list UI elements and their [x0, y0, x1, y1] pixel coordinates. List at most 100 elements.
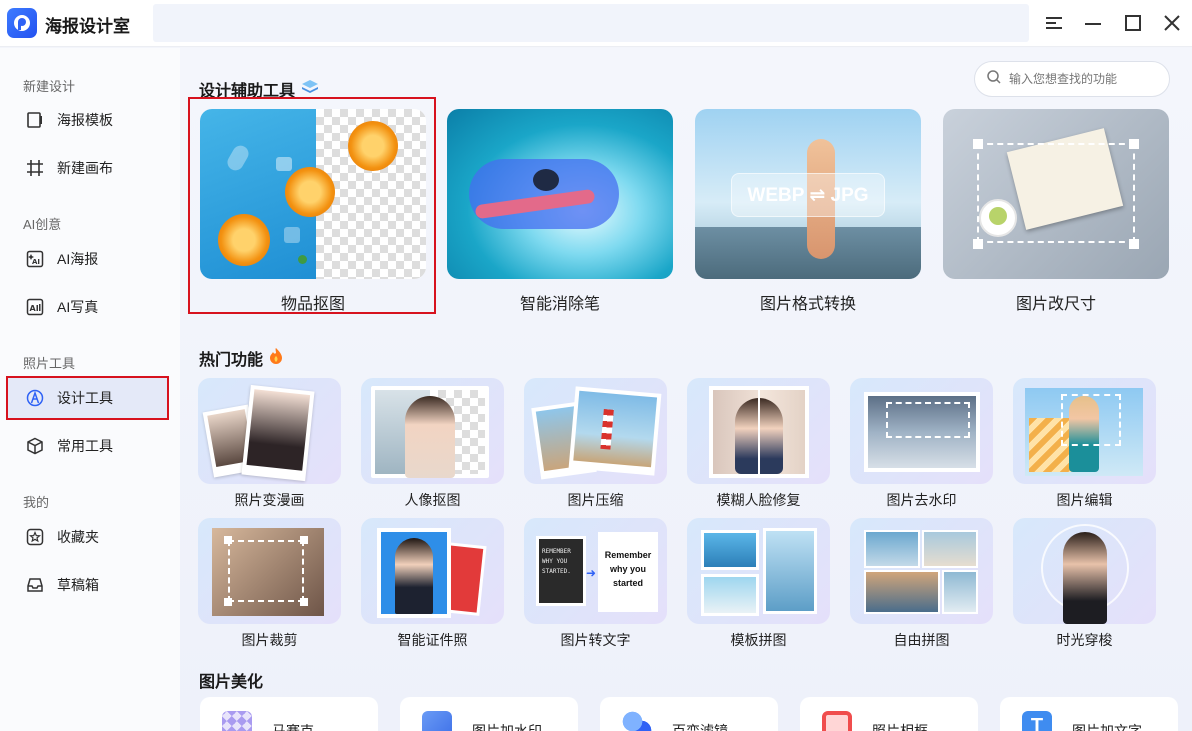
hot-card-label: 时光穿梭	[1056, 632, 1113, 648]
hot-card-photo-to-comic[interactable]: 照片变漫画	[198, 378, 341, 508]
svg-text:AI: AI	[30, 304, 39, 313]
sidebar-section-ai: AI创意	[23, 217, 62, 232]
tool-card-resize[interactable]: 图片改尺寸	[943, 109, 1169, 313]
search-input[interactable]	[1009, 72, 1149, 86]
beautify-card-frame[interactable]: 照片相框	[800, 697, 978, 731]
beautify-card-label: 图片加文字	[1072, 723, 1142, 731]
face-repair-thumbnail	[687, 378, 830, 484]
template-icon	[25, 110, 45, 130]
sidebar-item-label: 常用工具	[57, 438, 113, 454]
beautify-card-watermark[interactable]: 图片加水印	[400, 697, 578, 731]
hot-card-label: 图片裁剪	[241, 632, 298, 648]
fire-icon	[268, 347, 284, 370]
canvas-icon	[25, 158, 45, 178]
template-collage-thumbnail	[687, 518, 830, 624]
photo-to-comic-thumbnail	[198, 378, 341, 484]
format-convert-thumbnail: WEBP ⇌ JPG	[695, 109, 921, 279]
crop-thumbnail	[198, 518, 341, 624]
beautify-card-filter[interactable]: 百变滤镜	[600, 697, 778, 731]
resize-thumbnail	[943, 109, 1169, 279]
sidebar-item-label: AI海报	[57, 251, 99, 267]
hot-card-label: 模糊人脸修复	[716, 492, 801, 508]
main-content: 设计辅助工具 物品抠图 智能消除笔	[180, 48, 1192, 731]
beautify-card-label: 图片加水印	[472, 723, 542, 731]
title-bar: 海报设计室	[0, 0, 1192, 47]
tool-card-label: 图片格式转换	[759, 296, 856, 313]
layers-icon	[301, 78, 319, 101]
image-edit-thumbnail	[1013, 378, 1156, 484]
hot-card-label: 人像抠图	[404, 492, 461, 508]
hot-card-free-collage[interactable]: 自由拼图	[850, 518, 993, 648]
hot-card-label: 图片转文字	[560, 632, 631, 648]
sidebar-item-label: AI写真	[57, 299, 99, 315]
image-to-text-thumbnail: REMEMBER WHY YOU STARTED. ➜ Remember why…	[524, 518, 667, 624]
tool-card-label: 物品抠图	[280, 296, 345, 313]
hot-card-image-to-text[interactable]: REMEMBER WHY YOU STARTED. ➜ Remember why…	[524, 518, 667, 648]
beautify-card-label: 马赛克	[272, 723, 314, 731]
hot-card-remove-watermark[interactable]: 图片去水印	[850, 378, 993, 508]
ai-portrait-icon: AI	[25, 297, 45, 317]
hot-card-crop[interactable]: 图片裁剪	[198, 518, 341, 648]
section-title-design-tools: 设计辅助工具	[199, 77, 319, 101]
hot-card-face-repair[interactable]: 模糊人脸修复	[687, 378, 830, 508]
ocr-result-text: Remember why you started	[598, 532, 658, 612]
hot-card-label: 图片去水印	[886, 492, 957, 508]
close-icon[interactable]	[1161, 12, 1183, 34]
hot-card-compress[interactable]: 图片压缩	[524, 378, 667, 508]
beautify-card-add-text[interactable]: T 图片加文字	[1000, 697, 1178, 731]
sidebar-item-label: 新建画布	[57, 160, 113, 176]
text-icon: T	[1022, 711, 1052, 731]
maximize-icon[interactable]	[1122, 12, 1144, 34]
sidebar-item-poster-template[interactable]: 海报模板	[8, 100, 167, 140]
hot-card-label: 自由拼图	[893, 632, 950, 648]
beautify-card-mosaic[interactable]: 马赛克	[200, 697, 378, 731]
format-badge: WEBP ⇌ JPG	[731, 173, 885, 217]
title-bar-tab-area	[153, 4, 1029, 42]
sidebar-item-common-tools[interactable]: 常用工具	[8, 426, 167, 466]
hot-card-portrait-cutout[interactable]: 人像抠图	[361, 378, 504, 508]
tool-card-object-cutout[interactable]: 物品抠图	[200, 109, 426, 313]
sidebar-item-new-canvas[interactable]: 新建画布	[8, 148, 167, 188]
ocr-source-text: REMEMBER WHY YOU STARTED.	[536, 536, 586, 606]
sidebar-item-ai-poster[interactable]: AI AI海报	[8, 239, 167, 279]
portrait-cutout-thumbnail	[361, 378, 504, 484]
sidebar-item-favorites[interactable]: 收藏夹	[8, 517, 167, 557]
tool-card-format-convert[interactable]: WEBP ⇌ JPG 图片格式转换	[695, 109, 921, 313]
hot-card-id-photo[interactable]: 智能证件照	[361, 518, 504, 648]
filter-icon	[622, 711, 652, 731]
beautify-card-label: 百变滤镜	[672, 723, 728, 731]
frame-icon	[822, 711, 852, 731]
time-travel-thumbnail	[1013, 518, 1156, 624]
hot-card-template-collage[interactable]: 模板拼图	[687, 518, 830, 648]
sidebar: 新建设计 海报模板 新建画布 AI创意 AI AI海报 AI AI写真 照片工具…	[0, 48, 180, 731]
menu-icon[interactable]	[1043, 12, 1065, 34]
ai-poster-icon: AI	[25, 249, 45, 269]
smart-eraser-thumbnail	[447, 109, 673, 279]
section-title-hot: 热门功能	[199, 346, 284, 370]
minimize-icon[interactable]	[1082, 12, 1104, 34]
tool-card-smart-eraser[interactable]: 智能消除笔	[447, 109, 673, 313]
inbox-icon	[25, 575, 45, 595]
hot-title: 热门功能	[199, 352, 264, 369]
svg-text:AI: AI	[32, 258, 40, 266]
sidebar-item-label: 草稿箱	[57, 577, 99, 593]
design-tool-icon	[25, 388, 45, 408]
design-tools-title: 设计辅助工具	[199, 83, 296, 100]
section-title-beautify: 图片美化	[199, 674, 264, 691]
mosaic-icon	[222, 711, 252, 731]
sidebar-section-mine: 我的	[23, 495, 50, 510]
object-cutout-thumbnail	[200, 109, 426, 279]
hot-card-time-travel[interactable]: 时光穿梭	[1013, 518, 1156, 648]
sidebar-item-ai-portrait[interactable]: AI AI写真	[8, 287, 167, 327]
hot-card-label: 图片编辑	[1056, 492, 1113, 508]
tool-card-label: 图片改尺寸	[1015, 296, 1096, 313]
hot-card-label: 图片压缩	[567, 492, 624, 508]
hot-card-image-edit[interactable]: 图片编辑	[1013, 378, 1156, 508]
compress-thumbnail	[524, 378, 667, 484]
hot-card-label: 照片变漫画	[234, 492, 305, 508]
sidebar-item-drafts[interactable]: 草稿箱	[8, 565, 167, 605]
search-box[interactable]	[974, 61, 1170, 97]
tool-card-label: 智能消除笔	[519, 296, 600, 313]
sidebar-section-new-design: 新建设计	[23, 79, 76, 94]
sidebar-item-design-tools[interactable]: 设计工具	[6, 376, 169, 420]
